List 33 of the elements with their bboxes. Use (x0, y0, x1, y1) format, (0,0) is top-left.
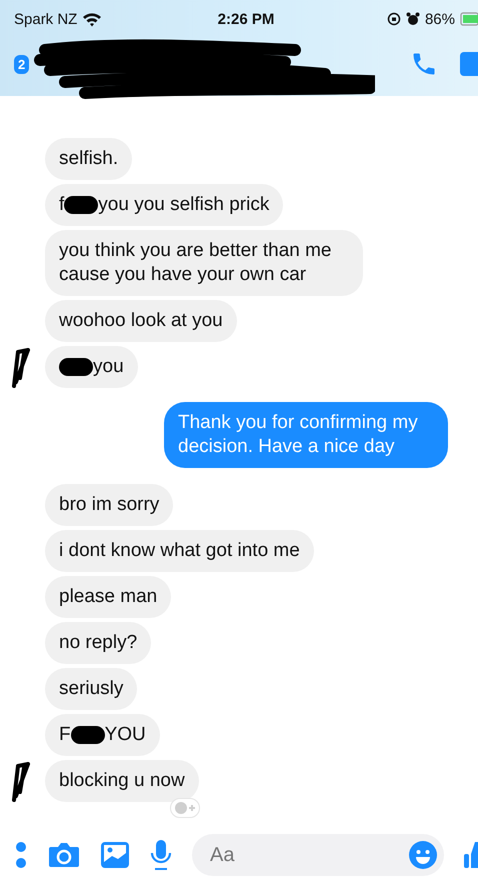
received-message: you think you are better than me cause you have your own car (45, 230, 363, 296)
received-message: bro im sorry (45, 484, 174, 526)
sent-message: Thank you for confirming my decision. Have a nice day (164, 402, 448, 468)
redaction-mark (70, 726, 105, 744)
redaction-mark (59, 358, 93, 376)
received-message: f you you selfish prick (45, 184, 284, 226)
received-message: i dont know what got into me (45, 530, 314, 572)
redacted-avatar (10, 348, 32, 388)
image-icon[interactable] (100, 841, 130, 869)
redaction-mark (64, 196, 98, 214)
received-message: blocking u now (45, 760, 199, 802)
received-message: seriusly (45, 668, 138, 710)
microphone-icon[interactable] (150, 839, 172, 871)
received-message: you (45, 346, 138, 388)
status-time: 2:26 PM (218, 10, 274, 28)
thumbs-up-icon[interactable] (464, 840, 478, 870)
emoji-icon[interactable] (408, 840, 438, 870)
redacted-avatar (10, 762, 32, 802)
camera-icon[interactable] (48, 841, 80, 869)
alarm-icon (406, 12, 420, 26)
received-message: please man (45, 576, 172, 618)
wifi-icon (82, 12, 102, 26)
message-input[interactable]: Aa (192, 834, 444, 876)
received-message: F YOU (45, 714, 160, 756)
more-options-icon[interactable] (14, 840, 28, 870)
carrier-name: Spark NZ (14, 10, 78, 28)
received-message: no reply? (45, 622, 152, 664)
unread-badge[interactable]: 2 (14, 54, 30, 74)
received-message: selfish. (45, 138, 132, 180)
rotation-lock-icon (386, 12, 401, 26)
received-message: woohoo look at you (45, 300, 237, 342)
battery-icon (460, 12, 478, 26)
battery-percent: 86% (424, 10, 455, 28)
